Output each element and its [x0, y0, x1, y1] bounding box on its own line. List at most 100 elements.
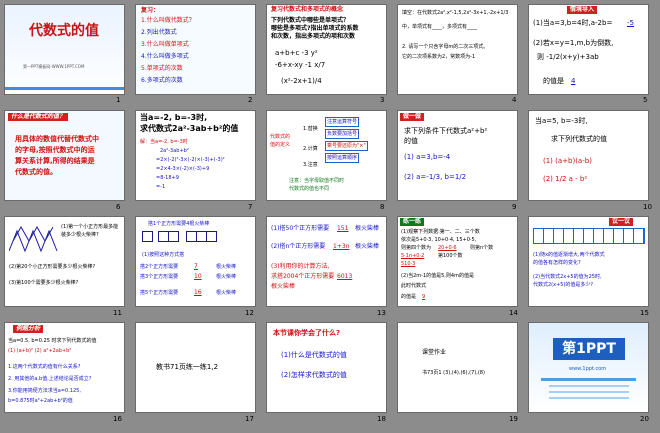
question-4: 4.什么叫做多项式 — [141, 53, 189, 60]
slide-number: 17 — [245, 415, 254, 423]
slide-thumbnail-13[interactable]: (1)搭50个正方形需要 151 根火柴棒 (2)搭n个正方形需要 1+3n 根… — [267, 217, 386, 306]
text-line: 则 -1/2(x+y)+3ab — [537, 53, 599, 61]
text-line: (1)什么是代数式的值 — [281, 351, 347, 359]
square-shape — [142, 231, 153, 242]
solution-step: =-1 — [156, 184, 166, 190]
slide-number: 19 — [509, 415, 518, 423]
text-line: 求代数式2a²-3ab+b²的值 — [140, 124, 239, 133]
decor-bar — [541, 378, 636, 381]
text-line: (1) (a+b)² (2) a²+2ab+b² — [8, 348, 72, 354]
text-line: (2) 1/2 a - b² — [543, 175, 588, 183]
note-item: 负数要加括号 — [325, 129, 360, 139]
answer: 16 — [194, 289, 202, 296]
text-line: (1)观察下列数据:第一、二、三个数 — [401, 229, 480, 235]
slide-thumbnail-16[interactable]: 例题分析 当a=0.5, b=0.25 时求下列代数式的值 (1) (a+b)²… — [5, 323, 124, 412]
slide-thumbnail-8[interactable]: 代数式的值的定义 1.替换 2.计算 3.注意 注意运算符号 负数要加括号 乘号… — [267, 111, 386, 200]
text-line: 第100个数 — [438, 253, 463, 259]
formula-line: (x²-2x+1)/4 — [281, 77, 322, 85]
text-line: 求搭2004个正方形需要 — [271, 273, 335, 280]
solution-step: 2a²-3ab+b² — [160, 148, 189, 154]
question-1: 1.什么叫做代数式？ — [141, 17, 195, 24]
slide-heading: 做一做 — [400, 113, 425, 121]
note-text: 注意：当字母取值不同时 — [289, 178, 345, 184]
text-line: (2)若x=y=1,m,b为倒数, — [533, 39, 614, 47]
text-line: 当a=-2, b=-3时, — [140, 113, 208, 122]
slide-thumbnail-20[interactable]: 第1PPT www.1ppt.com — [529, 323, 648, 412]
slide-number: 13 — [377, 309, 386, 317]
text-line: 书73页1 (3),(4),(6),(7),(8) — [422, 370, 485, 376]
square-shape — [168, 231, 179, 242]
text-line: 装多少根火柴棒? — [61, 232, 99, 238]
text-line: 则第n个数 — [470, 245, 494, 251]
text-line: 下列代数式中哪些是单项式？ — [271, 17, 350, 24]
unit-label: 根火柴棒 — [216, 264, 237, 270]
slide-heading: 本节课你学会了什么? — [273, 329, 341, 337]
slide-thumbnail-9[interactable]: 做一做 求下列条件下代数式a²+b² 的值 (1) a=3,b=-4 (2) a… — [398, 111, 517, 200]
slide-number: 8 — [380, 203, 385, 211]
slide-number: 20 — [640, 415, 649, 423]
solution-step: =2×4-3×(-2)×(-3)+9 — [156, 166, 210, 172]
slide-thumbnail-10[interactable]: 当a=5, b=-3时, 求下列代数式的值 (1) (a+b)(a-b) (2)… — [529, 111, 648, 200]
answer: 151 — [337, 225, 349, 232]
decor-bar — [549, 385, 629, 387]
text-line: 搭2个正方形需要 — [140, 264, 179, 270]
question-3: 3.什么叫做单项式 — [141, 41, 189, 48]
slide-thumbnail-17[interactable]: 教书71页练一练1,2 — [136, 323, 255, 412]
text-line: (2)搭n个正方形需要 — [271, 243, 326, 250]
step-label: 2.计算 — [303, 146, 318, 152]
answer: 5·1n+0·2 — [401, 253, 425, 259]
text-line: 1.这两个代数式的值有什么关系? — [8, 364, 81, 370]
text-line: 则第四个数为 — [401, 245, 432, 251]
slide-thumbnail-15[interactable]: 议一议 (1)随x的值逐渐增大,两个代数式 的值各有怎样的变化? (2)当代数式… — [529, 217, 648, 306]
formula-line: -6+x-xy -1 x/7 — [275, 61, 326, 69]
text-line: (2) a=-1/3, b=1/2 — [404, 173, 467, 181]
text-line: 依次是5+0·3, 10+0·4, 15+0·5, — [401, 237, 477, 243]
text-line: 搭1个正方形需要4根火柴棒 — [148, 221, 210, 227]
note-item: 按照运算顺序 — [325, 153, 360, 163]
slide-thumbnail-12[interactable]: 搭1个正方形需要4根火柴棒 (1)按照这种方式搭 搭2个正方形需要 7 根火柴棒… — [136, 217, 255, 306]
slide-number: 15 — [640, 309, 649, 317]
decor-bar — [549, 397, 629, 399]
slide-thumbnail-3[interactable]: 复习代数式和多项式的概念 下列代数式中哪些是单项式？ 哪些是多项式?指出单项式的… — [267, 5, 386, 94]
text-line: 填空：在代数式2a²,x²-1,5,2x²-3x+1,-2x+1/3 — [402, 10, 509, 16]
slide-thumbnail-6[interactable]: 什么是代数式的值？ 用具体的数值代替代数式中 的字母,按照代数式中的运 算关系计… — [5, 111, 124, 200]
text-line: 它的二次项系数为2，常数项为-1 — [402, 54, 476, 60]
slide-number: 10 — [643, 203, 652, 211]
definition-label: 代数式的值的定义 — [270, 134, 291, 148]
slide-subtitle: 第一PPT模板网-WWW.1PPT.COM — [23, 64, 85, 69]
note-text: 代数式的值也不同 — [289, 186, 330, 192]
text-line: 教书71页练一练1,2 — [156, 363, 219, 371]
slide-thumbnail-1[interactable]: 代数式的值 第一PPT模板网-WWW.1PPT.COM — [5, 5, 124, 94]
slide-thumbnail-7[interactable]: 当a=-2, b=-3时, 求代数式2a²-3ab+b²的值 解：当a=-2, … — [136, 111, 255, 200]
text-line: 和次数，指出多项式的项和次数 — [271, 33, 356, 40]
slide-sorter-grid: 代数式的值 第一PPT模板网-WWW.1PPT.COM 1 复习： 1.什么叫做… — [0, 0, 660, 433]
text-line: 根火柴棒 — [355, 243, 380, 250]
text-line: 算关系计算,所得的结果是 — [15, 157, 95, 165]
brand-logo: 第1PPT — [553, 338, 625, 360]
answer: 7 — [194, 263, 198, 270]
slide-thumbnail-19[interactable]: 课堂作业 书73页1 (3),(4),(6),(7),(8) — [398, 323, 517, 412]
slide-thumbnail-2[interactable]: 复习： 1.什么叫做代数式？ 2.列出代数式 3.什么叫做单项式 4.什么叫做多… — [136, 5, 255, 94]
answer: -5 — [627, 19, 634, 27]
question-5: 5.单项式的次数 — [141, 65, 183, 72]
slide-thumbnail-4[interactable]: 填空：在代数式2a²,x²-1,5,2x²-3x+1,-2x+1/3 中，单项式… — [398, 5, 517, 94]
text-line: 当a=0.5, b=0.25 时求下列代数式的值 — [8, 338, 97, 344]
answer: 20+0·6 — [438, 245, 457, 251]
slide-number: 5 — [643, 96, 648, 104]
unit-label: 根火柴棒 — [216, 290, 237, 296]
slide-thumbnail-18[interactable]: 本节课你学会了什么? (1)什么是代数式的值 (2)怎样求代数式的值 — [267, 323, 386, 412]
slide-number: 18 — [377, 415, 386, 423]
answer: 1+3n — [333, 243, 350, 250]
slide-number: 9 — [512, 203, 517, 211]
square-shape — [206, 231, 217, 242]
slide-thumbnail-14[interactable]: 练一练 (1)观察下列数据:第一、二、三个数 依次是5+0·3, 10+0·4,… — [398, 217, 517, 306]
slide-thumbnail-5[interactable]: 情境导入 (1)当a=3,b=4时,a-2b= -5 (2)若x=y=1,m,b… — [529, 5, 648, 94]
matchstick-pattern — [9, 225, 58, 253]
slide-number: 7 — [248, 203, 253, 211]
text-line: (2)当2m-1的值是5,则4m的值是 — [401, 273, 474, 279]
slide-number: 16 — [113, 415, 122, 423]
text-line: 的值各有怎样的变化? — [533, 260, 581, 266]
slide-thumbnail-11[interactable]: (1)第一个小正方形最多能 装多少根火柴棒? (2)第20个小正方形需要多少根火… — [5, 217, 124, 306]
text-line: 用具体的数值代替代数式中 — [15, 135, 99, 143]
text-line: 3.你能用简便方法求当a=0.125, — [8, 388, 81, 394]
